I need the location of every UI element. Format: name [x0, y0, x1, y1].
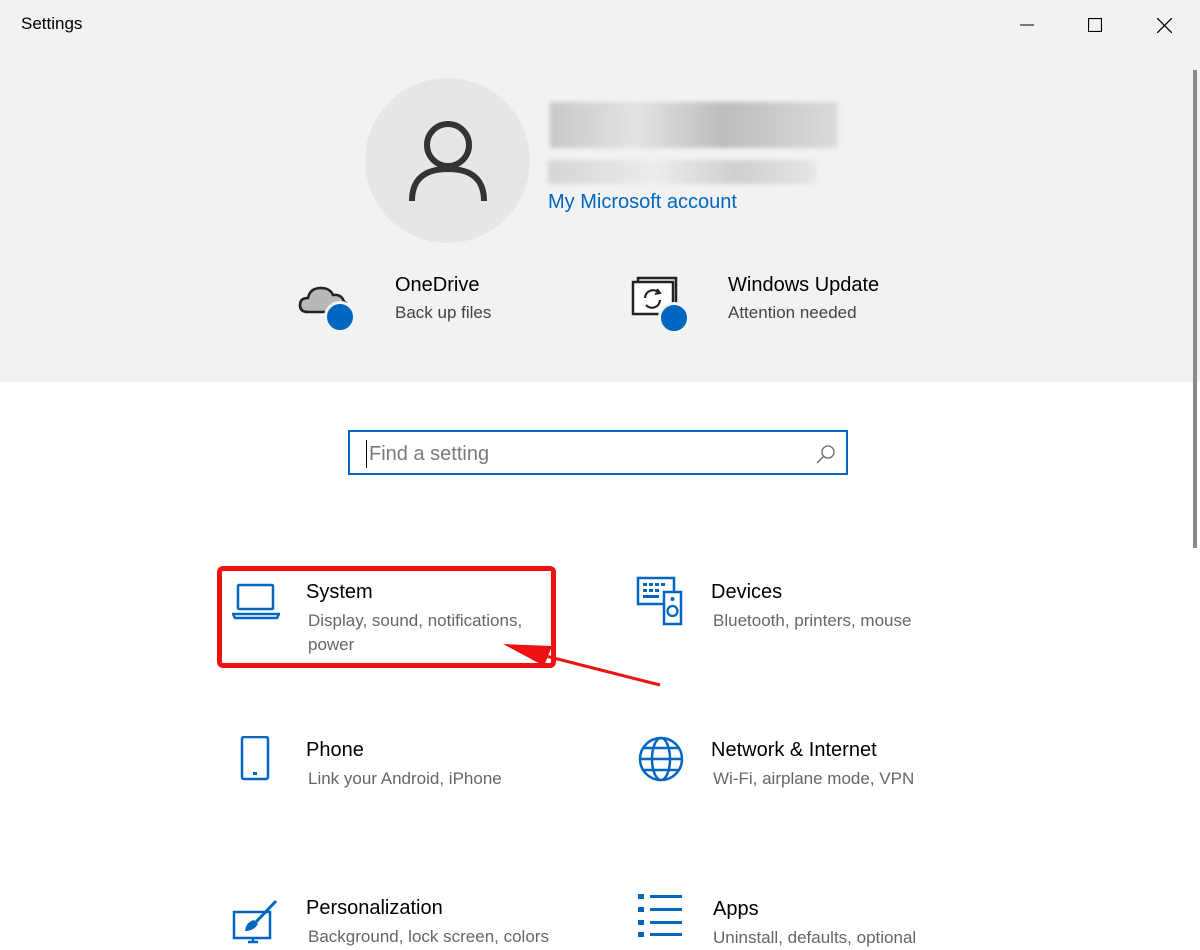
- paint-brush-icon: [232, 899, 278, 944]
- phone-subtitle: Link your Android, iPhone: [308, 769, 502, 788]
- personalization-title: Personalization: [306, 897, 443, 919]
- onedrive-title: OneDrive: [395, 274, 480, 296]
- my-microsoft-account-link[interactable]: My Microsoft account: [548, 191, 737, 214]
- close-icon: [1156, 17, 1172, 33]
- category-devices[interactable]: Devices Bluetooth, printers, mouse: [636, 576, 956, 660]
- maximize-icon: [1088, 18, 1102, 32]
- phone-title: Phone: [306, 739, 364, 761]
- phone-icon: [240, 736, 270, 781]
- minimize-icon: [1020, 24, 1034, 26]
- onedrive-tile[interactable]: OneDrive Back up files: [298, 274, 492, 333]
- avatar[interactable]: [365, 78, 530, 243]
- category-apps[interactable]: Apps Uninstall, defaults, optional: [636, 892, 966, 948]
- blurred-account-name: [550, 102, 838, 148]
- category-personalization[interactable]: Personalization Background, lock screen,…: [232, 892, 572, 948]
- search-icon[interactable]: [816, 444, 836, 464]
- devices-subtitle: Bluetooth, printers, mouse: [713, 611, 912, 630]
- close-button[interactable]: [1130, 0, 1198, 50]
- apps-list-icon: [638, 894, 682, 937]
- category-phone[interactable]: Phone Link your Android, iPhone: [232, 734, 552, 818]
- windows-update-tile[interactable]: Windows Update Attention needed: [630, 274, 880, 334]
- vertical-scrollbar[interactable]: [1193, 70, 1197, 548]
- account-header: [0, 50, 1200, 382]
- search-input[interactable]: [366, 440, 811, 468]
- apps-subtitle: Uninstall, defaults, optional: [713, 928, 917, 947]
- category-network-internet[interactable]: Network & Internet Wi-Fi, airplane mode,…: [636, 734, 956, 818]
- annotation-highlight-box: [217, 566, 556, 668]
- windows-update-subtitle: Attention needed: [728, 303, 857, 322]
- blurred-account-email: [548, 160, 816, 184]
- window-title: Settings: [21, 14, 83, 33]
- onedrive-subtitle: Back up files: [395, 303, 492, 322]
- user-icon: [408, 120, 487, 201]
- network-title: Network & Internet: [711, 739, 877, 761]
- keyboard-speaker-icon: [636, 576, 683, 626]
- search-box[interactable]: [348, 430, 848, 475]
- windows-update-title: Windows Update: [728, 274, 880, 296]
- minimize-button[interactable]: [993, 0, 1061, 50]
- maximize-button[interactable]: [1061, 0, 1129, 50]
- personalization-subtitle: Background, lock screen, colors: [308, 927, 549, 946]
- devices-title: Devices: [711, 581, 783, 603]
- title-bar: Settings: [0, 0, 1200, 50]
- globe-icon: [638, 736, 684, 782]
- network-subtitle: Wi-Fi, airplane mode, VPN: [713, 769, 915, 788]
- apps-title: Apps: [713, 898, 759, 920]
